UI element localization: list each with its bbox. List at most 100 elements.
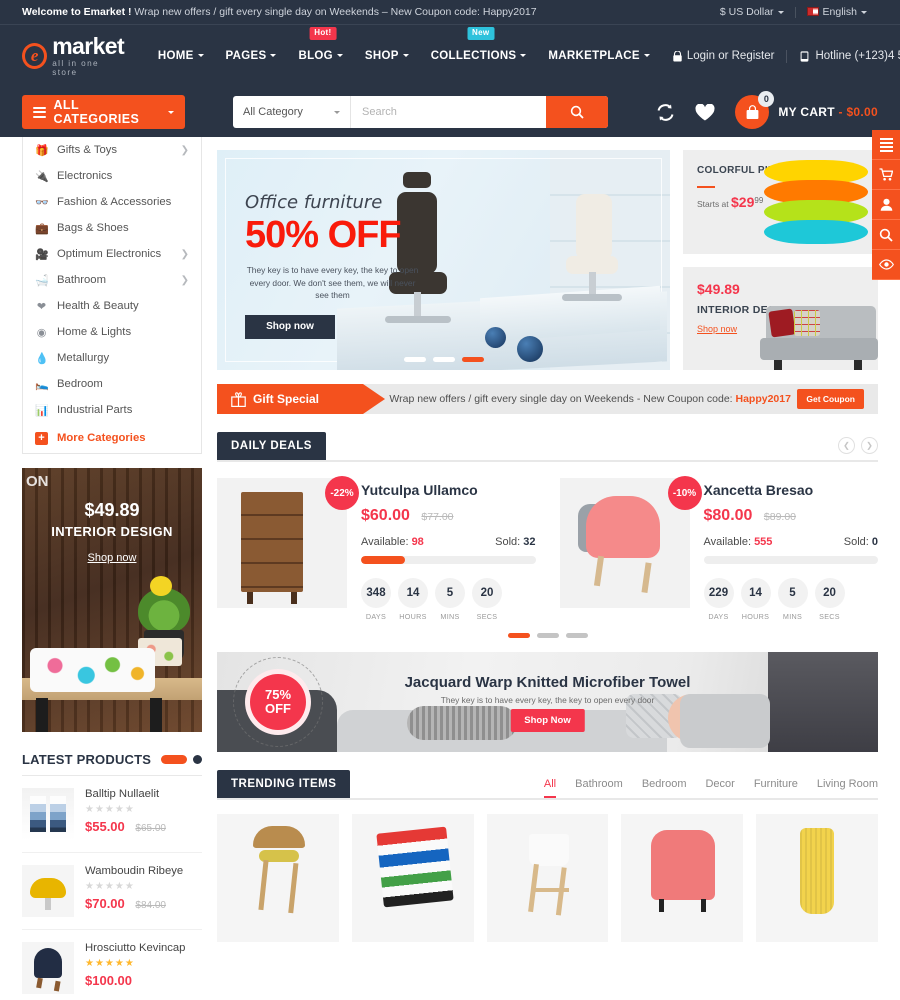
- page-content: 🎁 Gifts & Toys ❯ 🔌 Electronics 👓 Fashion…: [0, 137, 900, 1000]
- sidebar-item-fashion-accessories[interactable]: 👓 Fashion & Accessories: [23, 189, 201, 215]
- nav-item-collections[interactable]: New COLLECTIONS: [420, 27, 538, 68]
- heart-icon: [695, 103, 715, 120]
- search-category-select[interactable]: All Category: [233, 96, 351, 128]
- promo-pillows[interactable]: COLORFUL PILLOWS Starts at $2999: [683, 150, 878, 254]
- cart-label: MY CART - $0.00: [778, 105, 878, 119]
- all-categories-button[interactable]: ALL CATEGORIES: [22, 95, 185, 129]
- available-value: 555: [754, 536, 773, 548]
- towel-stack-illustration: [376, 826, 454, 908]
- currency-label: $ US Dollar: [719, 6, 774, 18]
- language-selector[interactable]: English: [796, 6, 878, 18]
- sidebar-item-health-beauty[interactable]: ❤ Health & Beauty: [23, 293, 201, 319]
- nav-item-home[interactable]: HOME: [147, 44, 215, 68]
- nav-item-pages[interactable]: PAGES: [215, 44, 288, 68]
- promo-interior-design[interactable]: $49.89 INTERIOR DESIGN Shop now: [683, 266, 878, 370]
- logo[interactable]: e market all in one store: [22, 35, 125, 76]
- product-name: Wamboudin Ribeye: [85, 865, 184, 877]
- floating-menu-button[interactable]: [872, 130, 900, 160]
- hero-pagination[interactable]: [403, 357, 484, 362]
- trending-card[interactable]: [621, 814, 744, 942]
- pagination-dot[interactable]: [536, 633, 559, 638]
- hero-banner[interactable]: Office furniture 50% OFF They key is to …: [217, 150, 670, 370]
- list-item[interactable]: Hrosciutto Kevincap ★★★★★ $100.00: [22, 930, 202, 1000]
- countdown-unit: 20 SECS: [472, 578, 502, 621]
- more-categories-button[interactable]: + More Categories: [23, 423, 201, 453]
- cart-widget[interactable]: 0 MY CART - $0.00: [735, 91, 878, 129]
- cart-bubble[interactable]: 0: [735, 91, 775, 129]
- pagination-dot[interactable]: [403, 357, 426, 362]
- sidebar-item-electronics[interactable]: 🔌 Electronics: [23, 163, 201, 189]
- trending-card[interactable]: [486, 814, 609, 942]
- pagination-dot[interactable]: [193, 755, 202, 764]
- search-input[interactable]: [351, 96, 546, 128]
- main-navigation: HOME PAGES Hot! BLOG SHOP New COLLECTION…: [147, 27, 661, 68]
- sidebar-item-gifts-toys[interactable]: 🎁 Gifts & Toys ❯: [23, 137, 201, 163]
- deals-pagination[interactable]: [217, 633, 878, 638]
- wishlist-button[interactable]: [695, 103, 715, 121]
- sidebar-item-bedroom[interactable]: 🛌 Bedroom: [23, 371, 201, 397]
- sold-value: 0: [871, 536, 878, 548]
- sidebar-item-industrial-parts[interactable]: 📊 Industrial Parts: [23, 397, 201, 423]
- pagination-dot-active[interactable]: [161, 755, 187, 764]
- nav-item-blog[interactable]: Hot! BLOG: [287, 27, 353, 68]
- promo-shop-link[interactable]: Shop now: [697, 324, 737, 334]
- nav-label: MARKETPLACE: [548, 50, 640, 62]
- pink-chair-illustration: [585, 496, 660, 558]
- sidebar-item-metallurgy[interactable]: 💧 Metallurgy: [23, 345, 201, 371]
- pagination-dot[interactable]: [432, 357, 455, 362]
- sidebar-promo-banner[interactable]: ON $49.89 INTERIOR DESIGN Shop now: [22, 468, 202, 732]
- login-register-link[interactable]: Login or Register: [661, 50, 787, 62]
- tab-bedroom[interactable]: Bedroom: [642, 778, 687, 790]
- product-price: $70.00 $84.00: [85, 896, 202, 911]
- towel-promo-banner[interactable]: 75% OFF Jacquard Warp Knitted Microfiber…: [217, 652, 878, 752]
- sidebar-item-label: Home & Lights: [57, 326, 132, 338]
- pagination-dot-active[interactable]: [461, 357, 484, 362]
- list-item[interactable]: Wamboudin Ribeye ★★★★★ $70.00 $84.00: [22, 853, 202, 930]
- trending-card[interactable]: [351, 814, 474, 942]
- badge-new: New: [467, 27, 495, 40]
- discount-badge: -10%: [667, 476, 702, 510]
- promo-price: $49.89: [697, 280, 740, 297]
- floating-quickview-button[interactable]: [872, 250, 900, 280]
- hotline[interactable]: Hotline (+123)4 567 890: [787, 50, 900, 62]
- hero-shop-now-button[interactable]: Shop now: [245, 314, 335, 339]
- tab-furniture[interactable]: Furniture: [754, 778, 798, 790]
- deal-card[interactable]: -10% Xancetta Bresao $80.00 $89.00 Avail…: [559, 476, 878, 621]
- search-button[interactable]: [546, 96, 608, 128]
- tab-living-room[interactable]: Living Room: [817, 778, 878, 790]
- floating-cart-button[interactable]: [872, 160, 900, 190]
- list-item[interactable]: Balltip Nullaelit ★★★★★ $55.00 $65.00: [22, 776, 202, 853]
- floating-account-button[interactable]: [872, 190, 900, 220]
- plant-stand-illustration: [528, 834, 569, 866]
- banner-shop-link[interactable]: Shop now: [22, 552, 202, 564]
- shop-now-button[interactable]: Shop Now: [510, 709, 585, 732]
- product-thumbnail: [22, 942, 74, 994]
- sidebar-item-bags-shoes[interactable]: 💼 Bags & Shoes: [23, 215, 201, 241]
- header-right: Login or Register Hotline (+123)4 567 89…: [661, 49, 900, 63]
- get-coupon-button[interactable]: Get Coupon: [797, 389, 864, 409]
- product-price: $55.00 $65.00: [85, 819, 202, 834]
- pagination-dot[interactable]: [565, 633, 588, 638]
- nav-item-shop[interactable]: SHOP: [354, 44, 420, 68]
- tab-all[interactable]: All: [543, 778, 557, 798]
- deal-card[interactable]: -22% Yutculpa Ullamco $60.00 $77.00 Avai…: [217, 476, 536, 621]
- tab-decor[interactable]: Decor: [705, 778, 734, 790]
- carousel-next-button[interactable]: ❯: [861, 437, 878, 454]
- chevron-down-icon: [777, 10, 784, 14]
- search-category-value: All Category: [243, 106, 303, 118]
- trending-card[interactable]: [756, 814, 878, 942]
- tab-bathroom[interactable]: Bathroom: [575, 778, 623, 790]
- sidebar-item-optimum-electronics[interactable]: 🎥 Optimum Electronics ❯: [23, 241, 201, 267]
- sidebar-item-home-lights[interactable]: ◉ Home & Lights: [23, 319, 201, 345]
- compare-button[interactable]: [656, 103, 675, 121]
- sidebar-item-label: Bedroom: [57, 378, 103, 390]
- pagination-dot-active[interactable]: [507, 633, 530, 638]
- sidebar-item-bathroom[interactable]: 🛁 Bathroom ❯: [23, 267, 201, 293]
- currency-selector[interactable]: $ US Dollar: [709, 6, 795, 18]
- floating-search-button[interactable]: [872, 220, 900, 250]
- latest-products-pagination[interactable]: [161, 755, 202, 764]
- nav-item-marketplace[interactable]: MARKETPLACE: [537, 44, 660, 68]
- trending-card[interactable]: [217, 814, 339, 942]
- carousel-prev-button[interactable]: ❮: [838, 437, 855, 454]
- sidebar-item-label: Electronics: [57, 170, 113, 182]
